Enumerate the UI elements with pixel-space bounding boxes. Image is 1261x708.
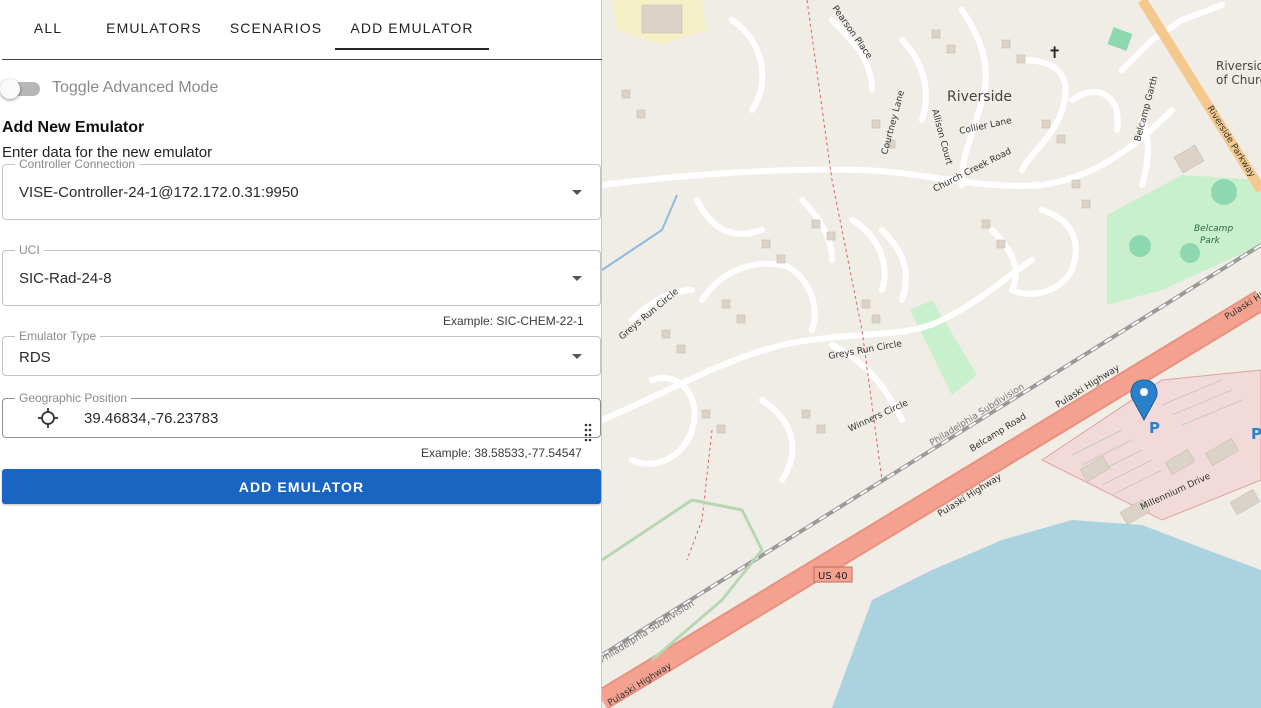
add-emulator-button[interactable]: ADD EMULATOR xyxy=(2,469,601,504)
map-label-pearson-place: Pearson Place xyxy=(830,4,874,61)
controller-connection-label: Controller Connection xyxy=(15,157,140,171)
controller-connection-value: VISE-Controller-24-1@172.172.0.31:9950 xyxy=(19,184,299,201)
park-area xyxy=(1107,175,1261,305)
geographic-position-hint: Example: 38.58533,-77.54547 xyxy=(421,446,582,460)
park-area xyxy=(1180,243,1200,263)
us40-label: US 40 xyxy=(818,571,848,582)
uci-select[interactable]: UCI SIC-Rad-24-8 xyxy=(2,243,601,306)
tab-scenarios[interactable]: SCENARIOS xyxy=(214,0,338,52)
map-label-belcamp: Belcamp xyxy=(1194,224,1233,234)
map-view[interactable]: Riverside Riverside of Church Pearson Pl… xyxy=(602,0,1261,708)
uci-hint: Example: SIC-CHEM-22-1 xyxy=(443,314,584,328)
map-label-parking: P xyxy=(1149,419,1160,437)
boundary-line xyxy=(602,498,764,662)
advanced-mode-row: Toggle Advanced Mode xyxy=(0,74,302,102)
map-label-allison-court: Allison Court xyxy=(929,108,954,166)
map-label-park: Park xyxy=(1200,236,1221,246)
drag-handle-icon[interactable] xyxy=(584,423,592,445)
water-body xyxy=(832,520,1261,708)
boundary-line xyxy=(686,429,713,561)
emulator-type-label: Emulator Type xyxy=(15,329,101,343)
park-area xyxy=(910,300,977,395)
map-canvas[interactable]: Riverside Riverside of Church Pearson Pl… xyxy=(602,0,1261,708)
chevron-down-icon[interactable] xyxy=(572,276,582,281)
chevron-down-icon[interactable] xyxy=(572,190,582,195)
map-label-riverside: Riverside xyxy=(947,89,1012,105)
form-title: Add New Emulator xyxy=(2,119,145,136)
park-area xyxy=(1211,179,1237,205)
uci-value: SIC-Rad-24-8 xyxy=(19,270,112,287)
church-icon: ✝ xyxy=(1048,43,1061,62)
map-label-parking: P xyxy=(1251,425,1261,443)
geographic-position-value[interactable]: 39.46834,-76.23783 xyxy=(84,410,218,427)
toggle-knob xyxy=(0,79,20,99)
tab-emulators[interactable]: EMULATORS xyxy=(94,0,214,52)
park-area xyxy=(1129,235,1151,257)
map-label-greys-run-circle-1: Greys Run Circle xyxy=(618,287,682,343)
tab-bar: ALL EMULATORS SCENARIOS ADD EMULATOR xyxy=(2,0,602,60)
map-label-riverside-church: Riverside xyxy=(1216,59,1261,73)
map-label-collier-lane: Collier Lane xyxy=(959,116,1014,137)
add-emulator-panel: ALL EMULATORS SCENARIOS ADD EMULATOR Tog… xyxy=(0,0,602,708)
tab-add-emulator[interactable]: ADD EMULATOR xyxy=(335,0,489,52)
map-label-riverside-parkway: Riverside Parkway xyxy=(1204,104,1256,180)
geographic-position-field[interactable]: Geographic Position 39.46834,-76.23783 xyxy=(2,391,601,442)
geographic-position-label: Geographic Position xyxy=(15,391,132,405)
uci-label: UCI xyxy=(15,243,44,257)
emulator-type-value: RDS xyxy=(19,349,51,366)
map-label-greys-run-circle-2: Greys Run Circle xyxy=(828,339,903,362)
advanced-mode-label: Toggle Advanced Mode xyxy=(52,79,219,96)
stream xyxy=(602,194,678,271)
chevron-down-icon[interactable] xyxy=(572,354,582,359)
controller-connection-select[interactable]: Controller Connection VISE-Controller-24… xyxy=(2,157,601,220)
tab-all[interactable]: ALL xyxy=(2,0,94,52)
park-area xyxy=(1107,27,1133,51)
emulator-type-select[interactable]: Emulator Type RDS xyxy=(2,329,601,376)
advanced-mode-toggle[interactable] xyxy=(0,79,40,99)
map-label-of-church: of Church xyxy=(1216,73,1261,87)
crosshair-icon[interactable] xyxy=(38,408,58,428)
